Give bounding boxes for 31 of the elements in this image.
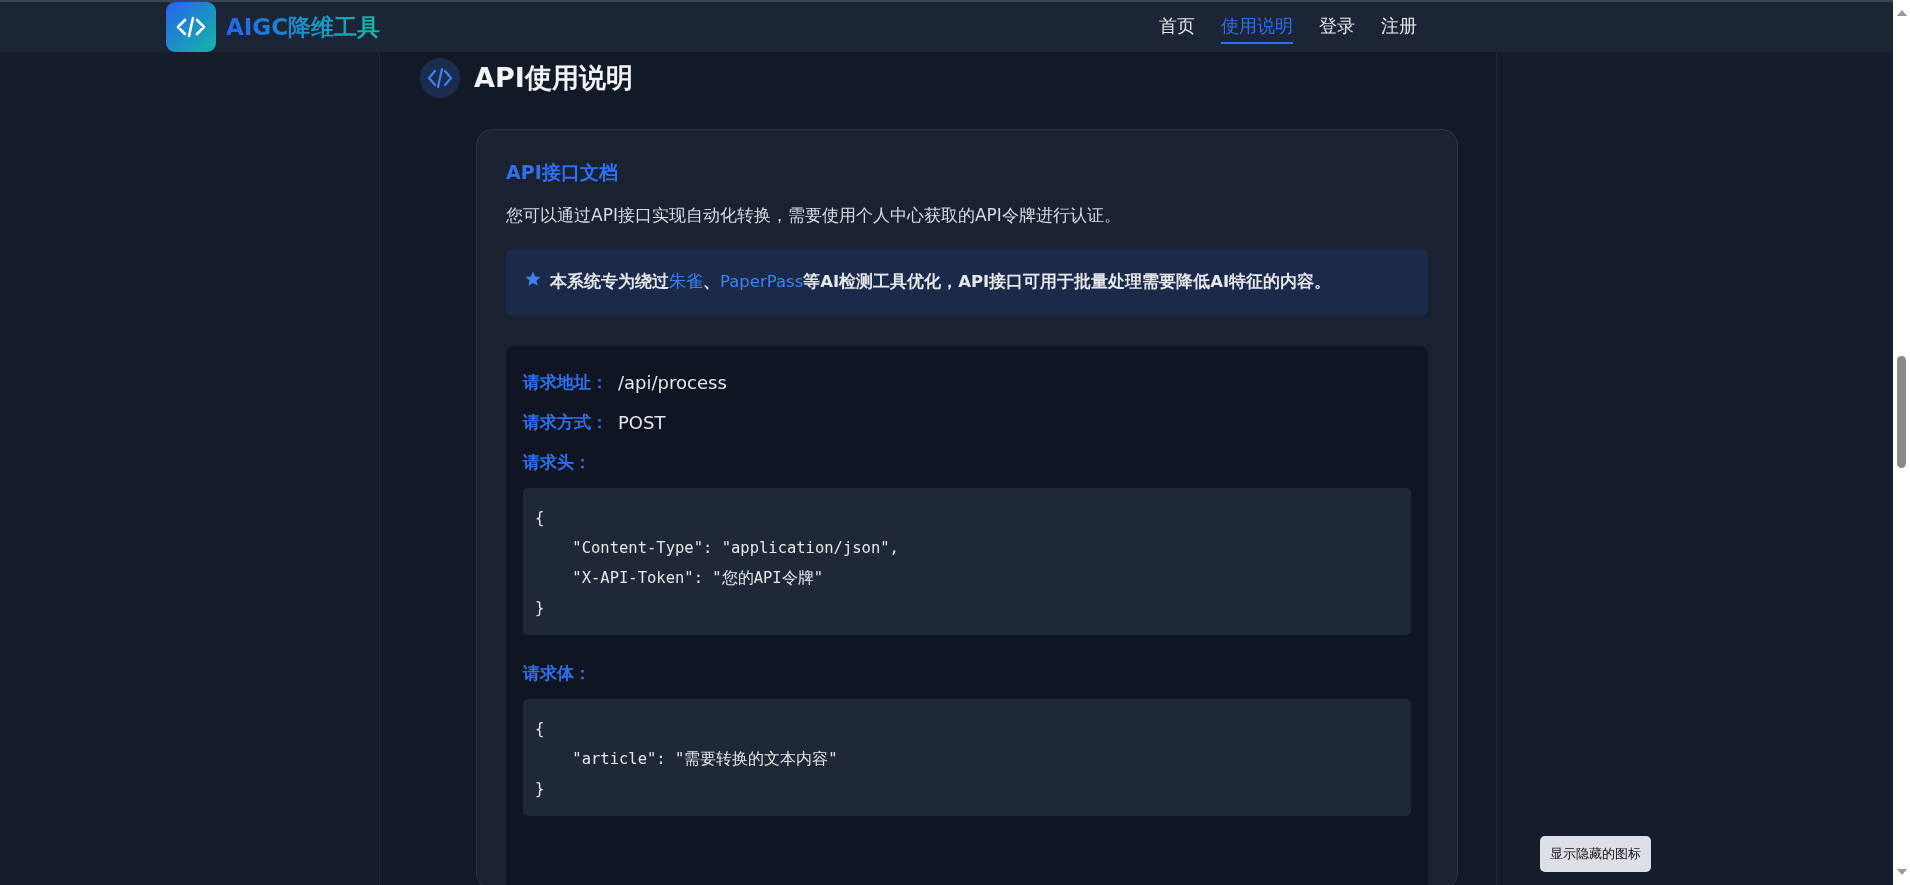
nav-link[interactable]: 登录 (1319, 10, 1355, 44)
code-line: "X-API-Token": "您的API令牌" (571, 568, 824, 589)
code-line: { (535, 719, 546, 740)
field-label: 请求体： (523, 661, 592, 685)
field-label: 请求头： (523, 450, 592, 474)
tooltip: 显示隐藏的图标 (1540, 836, 1651, 872)
code-icon (420, 58, 460, 98)
code-line: "Content-Type": "application/json", (571, 538, 900, 559)
note-text: 本系统专为绕过朱雀、PaperPass等AI检测工具优化，API接口可用于批量处理需要降低AI特征的内容。 (550, 271, 1332, 293)
section-title: API使用说明 (474, 61, 633, 95)
code-icon[interactable] (166, 2, 216, 52)
scrollbar[interactable] (1893, 0, 1910, 885)
card-title: API接口文档 (506, 160, 619, 185)
nav-link[interactable]: 注册 (1381, 10, 1417, 44)
code-line: "article": "需要转换的文本内容" (571, 749, 839, 770)
code-line: } (535, 598, 546, 619)
star-icon (524, 270, 542, 288)
scroll-down-icon[interactable] (1896, 869, 1907, 875)
code-line: { (535, 508, 546, 529)
code-line: } (535, 779, 546, 800)
field-value: /api/process (618, 371, 727, 393)
nav-link[interactable]: 使用说明 (1221, 10, 1293, 44)
field-value: POST (618, 411, 666, 433)
field-label: 请求地址： (523, 370, 608, 394)
link[interactable]: 朱雀 (669, 272, 703, 291)
intro-text: 您可以通过API接口实现自动化转换，需要使用个人中心获取的API令牌进行认证。 (506, 204, 1122, 227)
field-label: 请求方式： (523, 410, 608, 434)
scroll-thumb[interactable] (1897, 356, 1906, 468)
link[interactable]: PaperPass (720, 272, 804, 291)
scroll-up-icon[interactable] (1896, 10, 1907, 16)
nav-link[interactable]: 首页 (1159, 10, 1195, 44)
